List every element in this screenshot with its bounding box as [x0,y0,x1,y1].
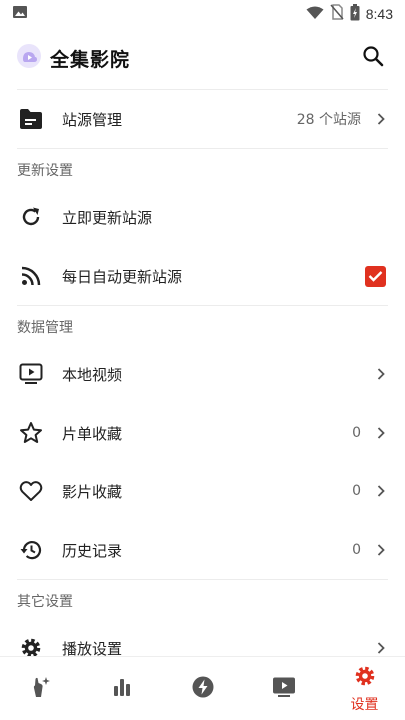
chevron-right-icon [375,543,387,557]
app-logo-icon [17,44,41,72]
movie-favorites-label: 影片收藏 [62,482,123,501]
history-count: 0 [352,542,361,558]
update-settings-title: 更新设置 [17,163,73,179]
playlist-favorites-count: 0 [352,425,361,441]
folder-icon [18,106,44,132]
source-manage-label: 站源管理 [62,110,123,129]
settings-gear-icon [353,664,377,692]
divider [17,148,388,149]
movie-favorites-row[interactable]: 影片收藏 0 [0,462,405,520]
no-sim-icon [330,4,344,24]
lightning-icon [191,675,215,703]
nav-tab-discover[interactable] [0,657,81,720]
heart-icon [18,478,44,504]
refresh-sources-row[interactable]: 立即更新站源 [0,188,405,246]
source-manage-row[interactable]: 站源管理 28 个站源 [0,90,405,148]
other-settings-title: 其它设置 [17,594,73,610]
playlist-favorites-row[interactable]: 片单收藏 0 [0,404,405,462]
refresh-sources-label: 立即更新站源 [62,208,153,227]
battery-icon [350,3,360,25]
auto-update-label: 每日自动更新站源 [62,267,183,286]
star-icon [18,420,44,446]
playlist-favorites-label: 片单收藏 [62,424,123,443]
status-time: 8:43 [365,6,393,22]
divider [17,579,388,580]
nav-tab-video[interactable] [243,657,324,720]
source-count: 28 个站源 [296,112,361,128]
refresh-icon [18,204,44,230]
auto-update-checkbox[interactable] [365,265,386,287]
rss-icon [18,263,44,289]
play-screen-icon [272,676,296,702]
search-button[interactable] [358,43,388,73]
history-row[interactable]: 历史记录 0 [0,521,405,579]
chevron-right-icon [375,426,387,440]
hand-sparkle-icon [29,675,53,703]
history-label: 历史记录 [62,541,123,560]
auto-update-row[interactable]: 每日自动更新站源 [0,247,405,305]
nav-tab-rank[interactable] [81,657,162,720]
nav-tab-flash[interactable] [162,657,243,720]
image-notification-icon [12,4,28,24]
nav-tab-settings[interactable]: 设置 [324,657,405,720]
data-management-title: 数据管理 [17,320,73,336]
bottom-nav: 设置 [0,656,405,720]
divider [17,305,388,306]
app-title: 全集影院 [50,48,131,71]
local-video-row[interactable]: 本地视频 [0,345,405,403]
search-icon [362,45,384,71]
local-video-label: 本地视频 [62,365,123,384]
chevron-right-icon [375,641,387,655]
video-screen-icon [18,361,44,387]
app-header: 全集影院 [0,38,405,78]
chevron-right-icon [375,484,387,498]
nav-settings-label: 设置 [350,696,379,713]
wifi-icon [306,5,324,24]
movie-favorites-count: 0 [352,483,361,499]
chevron-right-icon [375,367,387,381]
history-icon [18,537,44,563]
status-bar: 8:43 [0,0,405,28]
chevron-right-icon [375,112,387,126]
bar-chart-icon [111,676,133,702]
